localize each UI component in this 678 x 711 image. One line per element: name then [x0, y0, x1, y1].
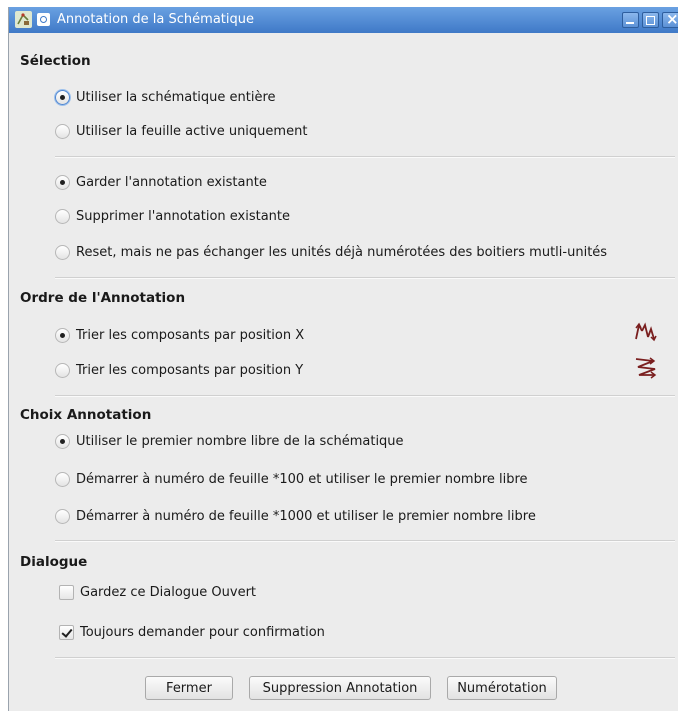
minimize-button[interactable] [622, 12, 639, 28]
radio-label: Trier les composants par position Y [76, 362, 304, 378]
radio-indicator[interactable] [55, 508, 70, 524]
sort-by-x-icon [635, 322, 657, 342]
checkbox-keep-open[interactable]: Gardez ce Dialogue Ouvert [59, 582, 256, 602]
maximize-button[interactable] [642, 12, 659, 28]
separator [55, 540, 675, 542]
close-button[interactable]: Fermer [145, 676, 233, 700]
title-bar[interactable]: Annotation de la Schématique [9, 7, 678, 33]
radio-indicator[interactable] [55, 327, 70, 343]
order-group-title: Ordre de l'Annotation [20, 290, 186, 306]
checkbox-label: Toujours demander pour confirmation [80, 624, 325, 640]
radio-reset-keep-units[interactable]: Reset, mais ne pas échanger les unités d… [55, 242, 607, 262]
radio-sheet-x1000[interactable]: Démarrer à numéro de feuille *1000 et ut… [55, 506, 536, 526]
radio-indicator[interactable] [55, 244, 70, 260]
radio-label: Reset, mais ne pas échanger les unités d… [76, 244, 608, 260]
radio-indicator[interactable] [55, 433, 70, 449]
radio-label: Démarrer à numéro de feuille *1000 et ut… [76, 508, 536, 524]
selection-group-title: Sélection [20, 53, 91, 69]
checkbox-indicator[interactable] [59, 584, 74, 600]
choice-group-title: Choix Annotation [20, 407, 152, 423]
radio-label: Trier les composants par position X [76, 327, 305, 343]
dialog-group-title: Dialogue [20, 554, 88, 570]
radio-indicator[interactable] [55, 471, 70, 487]
radio-indicator[interactable] [55, 123, 70, 139]
radio-first-free-number[interactable]: Utiliser le premier nombre libre de la s… [55, 431, 404, 451]
radio-label: Démarrer à numéro de feuille *100 et uti… [76, 471, 528, 487]
sort-by-y-icon [635, 357, 657, 379]
radio-current-sheet[interactable]: Utiliser la feuille active uniquement [55, 121, 307, 141]
checkbox-always-confirm[interactable]: Toujours demander pour confirmation [59, 622, 325, 642]
clear-annotation-button[interactable]: Suppression Annotation [249, 676, 431, 700]
radio-sort-x[interactable]: Trier les composants par position X [55, 325, 304, 345]
radio-indicator[interactable] [55, 89, 70, 105]
annotation-dialog: Annotation de la Schématique Sélection U… [8, 7, 678, 711]
separator [55, 156, 675, 158]
window-menu-icon[interactable] [37, 13, 50, 26]
close-window-button[interactable] [662, 10, 678, 28]
separator [55, 395, 675, 397]
radio-label: Utiliser la schématique entière [76, 89, 276, 105]
radio-label: Utiliser la feuille active uniquement [76, 123, 308, 139]
separator [55, 277, 675, 279]
radio-keep-annotation[interactable]: Garder l'annotation existante [55, 172, 267, 192]
radio-label: Supprimer l'annotation existante [76, 208, 291, 224]
radio-whole-schematic[interactable]: Utiliser la schématique entière [55, 87, 276, 107]
separator [55, 657, 675, 659]
annotate-button[interactable]: Numérotation [447, 676, 557, 700]
radio-indicator[interactable] [55, 174, 70, 190]
radio-clear-annotation[interactable]: Supprimer l'annotation existante [55, 206, 290, 226]
radio-sort-y[interactable]: Trier les composants par position Y [55, 360, 303, 380]
radio-indicator[interactable] [55, 208, 70, 224]
checkbox-indicator[interactable] [59, 624, 74, 640]
window-title: Annotation de la Schématique [57, 12, 254, 27]
radio-label: Garder l'annotation existante [76, 174, 267, 190]
radio-sheet-x100[interactable]: Démarrer à numéro de feuille *100 et uti… [55, 469, 528, 489]
radio-label: Utiliser le premier nombre libre de la s… [76, 433, 404, 449]
radio-indicator[interactable] [55, 362, 70, 378]
app-icon [15, 11, 32, 28]
checkbox-label: Gardez ce Dialogue Ouvert [80, 584, 257, 600]
